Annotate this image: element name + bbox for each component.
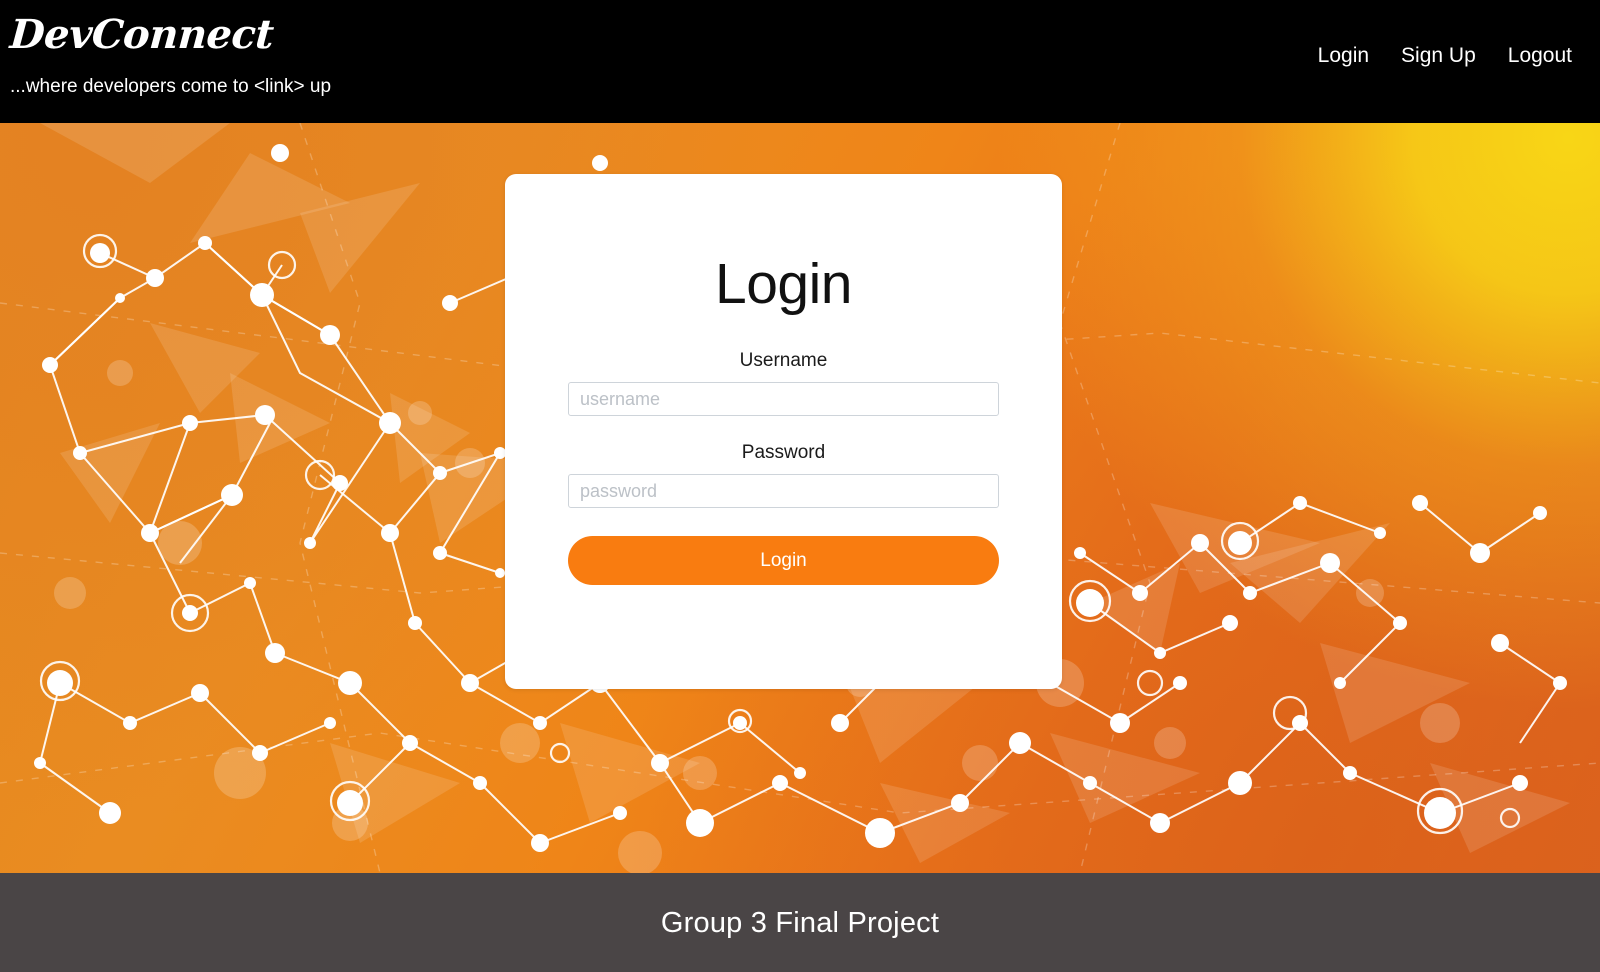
site-footer: Group 3 Final Project bbox=[0, 873, 1600, 972]
page-root: DevConnect ...where developers come to <… bbox=[0, 0, 1600, 972]
nav-link-logout[interactable]: Logout bbox=[1508, 44, 1572, 67]
brand-block: DevConnect ...where developers come to <… bbox=[0, 0, 331, 98]
nav-item-logout: Logout bbox=[1508, 44, 1572, 68]
nav-link-login[interactable]: Login bbox=[1318, 44, 1369, 67]
username-input[interactable] bbox=[568, 382, 999, 416]
login-card: Login Username Password Login bbox=[505, 174, 1062, 689]
password-input[interactable] bbox=[568, 474, 999, 508]
footer-text: Group 3 Final Project bbox=[660, 906, 940, 939]
brand-tagline: ...where developers come to <link> up bbox=[10, 76, 332, 97]
password-label: Password bbox=[741, 442, 826, 463]
login-submit-button[interactable]: Login bbox=[568, 536, 999, 585]
site-header: DevConnect ...where developers come to <… bbox=[0, 0, 1600, 123]
page-title: Login bbox=[715, 252, 852, 316]
nav-link-signup[interactable]: Sign Up bbox=[1401, 44, 1476, 67]
username-label: Username bbox=[739, 350, 828, 371]
brand-logo[interactable]: DevConnect bbox=[8, 11, 332, 58]
nav-item-login: Login bbox=[1318, 44, 1369, 68]
nav-item-signup: Sign Up bbox=[1401, 44, 1476, 68]
username-field-group: Username bbox=[568, 349, 999, 416]
password-field-group: Password bbox=[568, 441, 999, 508]
primary-nav: Login Sign Up Logout bbox=[1318, 0, 1600, 68]
hero-background: Login Username Password Login bbox=[0, 123, 1600, 873]
